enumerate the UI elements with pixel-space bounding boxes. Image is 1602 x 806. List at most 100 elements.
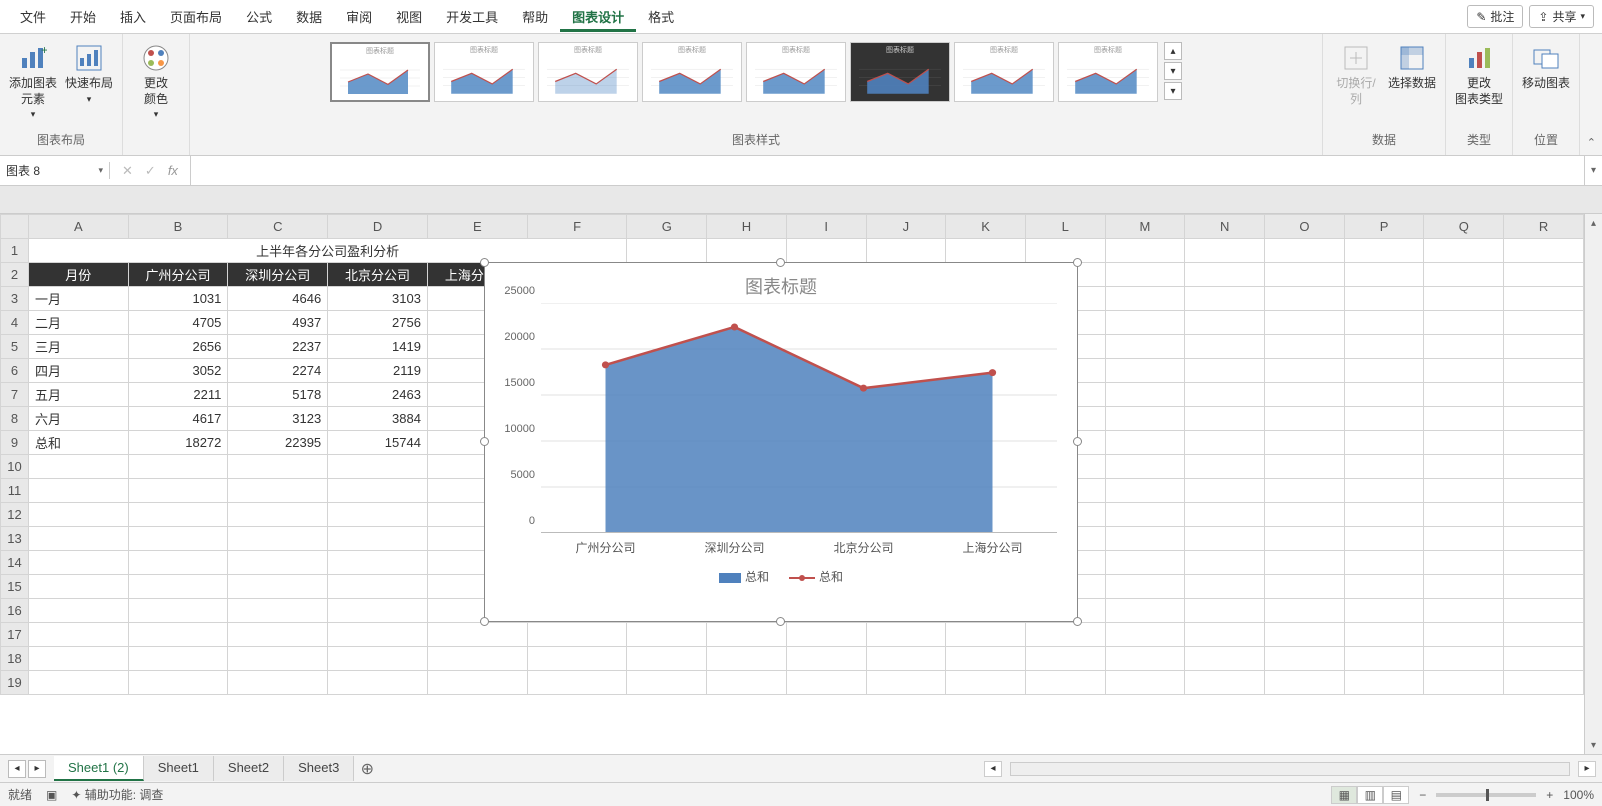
resize-handle[interactable] (480, 258, 489, 267)
chart-style-thumb-7[interactable]: 图表标题 (954, 42, 1054, 102)
table-cell[interactable]: 4646 (228, 287, 328, 311)
embedded-chart[interactable]: 图表标题 0500010000150002000025000 广州分公司深圳分公… (484, 262, 1078, 622)
menu-帮助[interactable]: 帮助 (510, 1, 560, 32)
table-cell[interactable]: 2756 (328, 311, 428, 335)
chart-line-marker[interactable] (860, 385, 867, 392)
col-header-G[interactable]: G (627, 215, 707, 239)
select-all-corner[interactable] (1, 215, 29, 239)
fx-icon[interactable]: fx (168, 163, 178, 178)
col-header-H[interactable]: H (707, 215, 787, 239)
chart-style-thumb-3[interactable]: 图表标题 (538, 42, 638, 102)
menu-数据[interactable]: 数据 (284, 1, 334, 32)
row-header-4[interactable]: 4 (1, 311, 29, 335)
table-cell[interactable]: 四月 (28, 359, 128, 383)
col-header-M[interactable]: M (1105, 215, 1185, 239)
menu-开始[interactable]: 开始 (58, 1, 108, 32)
cancel-icon[interactable]: ✕ (122, 163, 133, 179)
sheet-tab[interactable]: Sheet2 (214, 756, 284, 781)
gallery-up-button[interactable]: ▴ (1164, 42, 1182, 60)
table-cell[interactable]: 总和 (28, 431, 128, 455)
select-data-button[interactable]: 选择数据 (1387, 42, 1437, 92)
table-cell[interactable]: 3123 (228, 407, 328, 431)
tab-nav-last[interactable]: ▸ (28, 760, 46, 778)
resize-handle[interactable] (776, 617, 785, 626)
row-header-18[interactable]: 18 (1, 647, 29, 671)
sheet-tab[interactable]: Sheet3 (284, 756, 354, 781)
col-header-K[interactable]: K (946, 215, 1026, 239)
menu-文件[interactable]: 文件 (8, 1, 58, 32)
change-chart-type-button[interactable]: 更改 图表类型 (1454, 42, 1504, 107)
table-cell[interactable]: 五月 (28, 383, 128, 407)
table-cell[interactable]: 一月 (28, 287, 128, 311)
resize-handle[interactable] (776, 258, 785, 267)
row-header-14[interactable]: 14 (1, 551, 29, 575)
col-header-I[interactable]: I (786, 215, 866, 239)
menu-插入[interactable]: 插入 (108, 1, 158, 32)
gallery-down-button[interactable]: ▾ (1164, 62, 1182, 80)
sheet-tab[interactable]: Sheet1 (144, 756, 214, 781)
row-header-13[interactable]: 13 (1, 527, 29, 551)
accessibility-status[interactable]: ✦ 辅助功能: 调查 (71, 786, 163, 803)
table-cell[interactable]: 2211 (128, 383, 228, 407)
add-chart-element-button[interactable]: + 添加图表 元素▾ (8, 42, 58, 121)
table-cell[interactable]: 15744 (328, 431, 428, 455)
row-header-1[interactable]: 1 (1, 239, 29, 263)
formula-expand[interactable]: ▾ (1584, 156, 1602, 185)
chart-plot-area[interactable]: 0500010000150002000025000 (541, 303, 1057, 533)
table-cell[interactable]: 2237 (228, 335, 328, 359)
table-cell[interactable]: 2656 (128, 335, 228, 359)
gallery-more-button[interactable]: ▾ (1164, 82, 1182, 100)
col-header-N[interactable]: N (1185, 215, 1265, 239)
row-header-12[interactable]: 12 (1, 503, 29, 527)
normal-view-button[interactable]: ▦ (1331, 786, 1357, 804)
row-header-17[interactable]: 17 (1, 623, 29, 647)
zoom-in-button[interactable]: + (1546, 788, 1553, 802)
chart-style-thumb-5[interactable]: 图表标题 (746, 42, 846, 102)
row-header-5[interactable]: 5 (1, 335, 29, 359)
table-cell[interactable]: 二月 (28, 311, 128, 335)
chart-style-thumb-2[interactable]: 图表标题 (434, 42, 534, 102)
menu-公式[interactable]: 公式 (234, 1, 284, 32)
col-header-C[interactable]: C (228, 215, 328, 239)
quick-layout-button[interactable]: 快速布局▾ (64, 42, 114, 105)
menu-视图[interactable]: 视图 (384, 1, 434, 32)
name-box[interactable]: 图表 8▾ (0, 162, 110, 179)
table-title[interactable]: 上半年各分公司盈利分析 (28, 239, 626, 263)
chart-style-thumb-8[interactable]: 图表标题 (1058, 42, 1158, 102)
zoom-slider[interactable] (1436, 793, 1536, 797)
scroll-up-button[interactable]: ▴ (1585, 214, 1602, 232)
col-header-L[interactable]: L (1025, 215, 1105, 239)
col-header-F[interactable]: F (527, 215, 627, 239)
table-cell[interactable]: 18272 (128, 431, 228, 455)
resize-handle[interactable] (1073, 617, 1082, 626)
change-colors-button[interactable]: 更改 颜色▾ (131, 42, 181, 121)
table-cell[interactable]: 4705 (128, 311, 228, 335)
row-header-11[interactable]: 11 (1, 479, 29, 503)
table-header-cell[interactable]: 深圳分公司 (228, 263, 328, 287)
ribbon-collapse[interactable]: ⌃ (1580, 34, 1602, 155)
scroll-down-button[interactable]: ▾ (1585, 736, 1602, 754)
table-cell[interactable]: 2274 (228, 359, 328, 383)
sheet-tab[interactable]: Sheet1 (2) (54, 756, 144, 781)
switch-row-col-button[interactable]: 切换行/列 (1331, 42, 1381, 107)
vertical-scrollbar[interactable]: ▴ ▾ (1584, 214, 1602, 754)
table-header-cell[interactable]: 广州分公司 (128, 263, 228, 287)
row-header-10[interactable]: 10 (1, 455, 29, 479)
page-break-view-button[interactable]: ▤ (1383, 786, 1409, 804)
col-header-B[interactable]: B (128, 215, 228, 239)
table-cell[interactable]: 2463 (328, 383, 428, 407)
table-cell[interactable]: 三月 (28, 335, 128, 359)
menu-开发工具[interactable]: 开发工具 (434, 1, 510, 32)
comments-button[interactable]: ✎批注 (1467, 5, 1523, 28)
menu-页面布局[interactable]: 页面布局 (158, 1, 234, 32)
scroll-right-button[interactable]: ▸ (1578, 761, 1596, 777)
row-header-9[interactable]: 9 (1, 431, 29, 455)
resize-handle[interactable] (480, 437, 489, 446)
confirm-icon[interactable]: ✓ (145, 163, 156, 179)
share-button[interactable]: ⇪共享 ▾ (1529, 5, 1594, 28)
menu-图表设计[interactable]: 图表设计 (560, 1, 636, 32)
col-header-E[interactable]: E (427, 215, 527, 239)
chart-title[interactable]: 图表标题 (485, 263, 1077, 303)
horizontal-scrollbar[interactable]: ◂ ▸ (380, 761, 1602, 777)
move-chart-button[interactable]: 移动图表 (1521, 42, 1571, 92)
